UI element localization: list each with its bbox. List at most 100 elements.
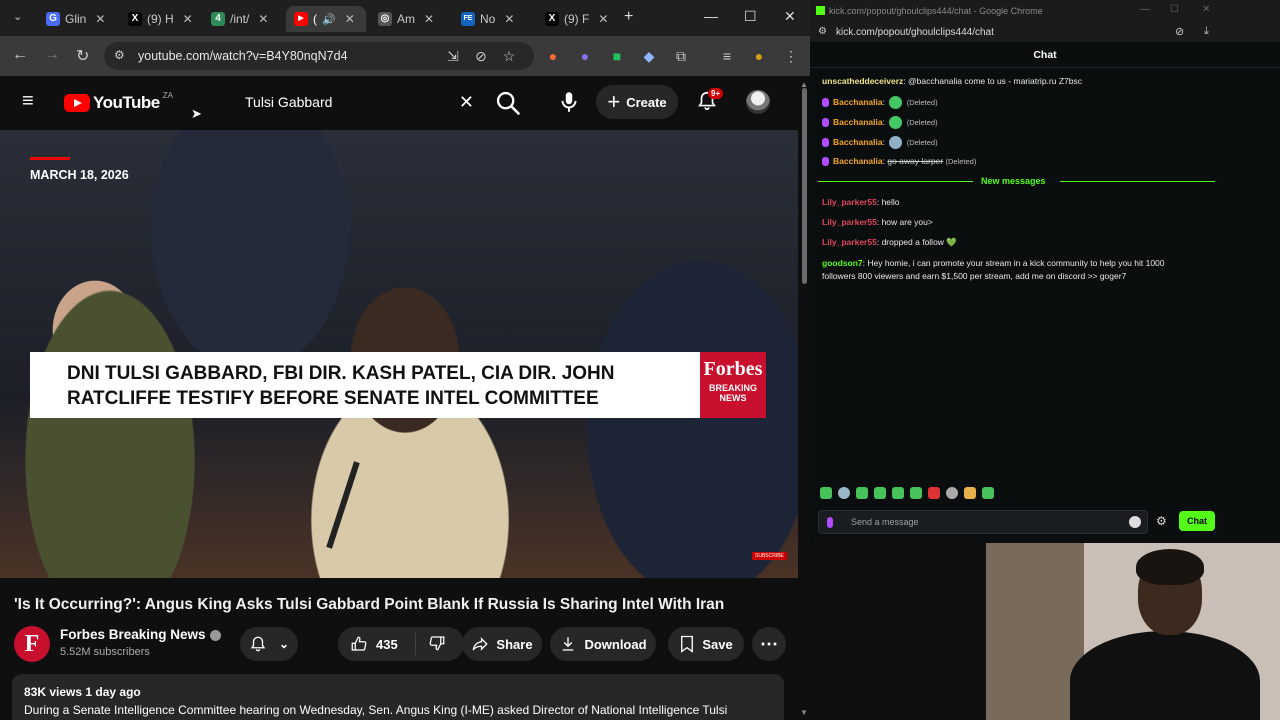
chat-settings-gear-icon[interactable]: ⚙	[1156, 514, 1167, 528]
speaker-icon[interactable]: 🔊	[322, 13, 336, 26]
notifications-button[interactable]: 9+	[696, 88, 724, 112]
close-icon[interactable]: ✕	[504, 12, 514, 26]
chat-message-input[interactable]: Send a message	[818, 510, 1148, 534]
extension-shield-icon[interactable]: ◆	[641, 48, 657, 64]
dislike-button[interactable]	[416, 634, 446, 655]
emote-icon[interactable]	[964, 487, 976, 499]
new-messages-divider[interactable]: New messages	[818, 176, 1215, 188]
forward-icon[interactable]: →	[44, 46, 60, 64]
chat-message[interactable]: Bacchanalia: (Deleted)	[822, 96, 938, 109]
eye-off-icon[interactable]: ⊘	[1175, 25, 1184, 38]
chat-message[interactable]: Lily_parker55: hello	[822, 197, 900, 207]
extension-fox-icon[interactable]: ●	[545, 48, 561, 64]
emote-icon[interactable]	[910, 487, 922, 499]
search-input[interactable]: Tulsi Gabbard ✕	[232, 88, 488, 116]
save-button[interactable]: Save	[668, 627, 744, 661]
chat-username[interactable]: Lily_parker55	[822, 217, 877, 227]
tab-5[interactable]: FE No ✕	[453, 6, 533, 32]
subscribed-notifications-button[interactable]: ⌄	[240, 627, 298, 661]
chat-message[interactable]: Lily_parker55: dropped a follow 💚	[822, 237, 957, 248]
emote-icon[interactable]	[892, 487, 904, 499]
chat-username[interactable]: unscatheddeceiverz	[822, 76, 903, 86]
install-app-icon[interactable]: ⇲	[445, 48, 461, 64]
close-icon[interactable]: ✕	[258, 12, 268, 26]
page-scrollbar[interactable]: ▲ ▼	[800, 76, 810, 720]
emote-icon[interactable]	[874, 487, 886, 499]
download-icon[interactable]: ⤓	[1204, 25, 1209, 38]
close-icon[interactable]: ✕	[345, 12, 355, 26]
chat-message[interactable]: Bacchanalia: (Deleted)	[822, 136, 938, 149]
mic-icon[interactable]	[827, 517, 833, 528]
new-tab-button[interactable]: +	[624, 8, 633, 26]
extension-ghost-icon[interactable]: ●	[577, 48, 593, 64]
scroll-down-icon[interactable]: ▼	[800, 708, 808, 717]
tab-2[interactable]: 4 /int/ ✕	[203, 6, 283, 32]
tab-1[interactable]: X (9) H ✕	[120, 6, 200, 32]
voice-search-mic-icon[interactable]	[556, 89, 582, 115]
emote-icon[interactable]	[820, 487, 832, 499]
search-icon[interactable]	[494, 89, 522, 117]
more-actions-button[interactable]: ⋯	[752, 627, 786, 661]
site-info-icon[interactable]: ⚙	[818, 26, 827, 37]
popout-url-text[interactable]: kick.com/popout/ghoulclips444/chat	[836, 27, 994, 38]
minimize-icon[interactable]: —	[1140, 4, 1150, 15]
chat-message[interactable]: Lily_parker55: how are you>	[822, 217, 933, 227]
close-icon[interactable]: ✕	[424, 12, 434, 26]
chat-message[interactable]: goodson7: Hey homie, i can promote your …	[822, 257, 1165, 283]
emote-icon[interactable]	[946, 487, 958, 499]
tab-search-icon[interactable]: ⌄	[13, 10, 22, 23]
tab-3-active[interactable]: ▶ ( 🔊 ✕	[286, 6, 366, 32]
account-avatar[interactable]	[746, 90, 770, 114]
address-bar[interactable]: ⚙ youtube.com/watch?v=B4Y80nqN7d4	[104, 42, 534, 70]
close-icon[interactable]: ✕	[95, 12, 105, 26]
tab-6[interactable]: X (9) F ✕	[537, 6, 617, 32]
bookmark-star-icon[interactable]: ☆	[501, 48, 517, 64]
chat-username[interactable]: goodson7	[822, 258, 863, 268]
like-button[interactable]: 435	[338, 633, 416, 655]
channel-avatar[interactable]: F	[14, 626, 50, 662]
scrollbar-thumb[interactable]	[802, 88, 807, 284]
site-info-icon[interactable]: ⚙	[114, 48, 125, 62]
extension-green-icon[interactable]: ■	[609, 48, 625, 64]
emote-icon[interactable]	[838, 487, 850, 499]
hamburger-menu-icon[interactable]: ≡	[22, 90, 34, 113]
profile-avatar-icon[interactable]: ●	[751, 48, 767, 64]
maximize-icon[interactable]: ☐	[744, 8, 757, 25]
chat-username[interactable]: Bacchanalia	[833, 97, 883, 107]
emote-icon[interactable]	[982, 487, 994, 499]
extensions-puzzle-icon[interactable]: ⧉	[673, 48, 689, 64]
browser-menu-icon[interactable]: ⋮	[783, 48, 799, 64]
chat-send-button[interactable]: Chat	[1179, 511, 1215, 531]
channel-name[interactable]: Forbes Breaking News	[60, 627, 221, 642]
chat-username[interactable]: Bacchanalia	[833, 137, 883, 147]
tab-4[interactable]: ◎ Am ✕	[370, 6, 450, 32]
chat-message[interactable]: Bacchanalia: go away larper (Deleted)	[822, 156, 976, 167]
minimize-icon[interactable]: —	[704, 8, 718, 24]
close-window-icon[interactable]: ✕	[1202, 4, 1210, 15]
youtube-logo[interactable]: YouTube ZA	[64, 91, 173, 113]
channel-name-text[interactable]: Forbes Breaking News	[60, 627, 206, 642]
chat-username[interactable]: Bacchanalia	[833, 156, 883, 166]
chat-username[interactable]: Bacchanalia	[833, 117, 883, 127]
chat-message[interactable]: unscatheddeceiverz: @bacchanalia come to…	[822, 76, 1082, 86]
close-icon[interactable]: ✕	[598, 12, 608, 26]
create-button[interactable]: + Create	[596, 85, 678, 119]
url-text[interactable]: youtube.com/watch?v=B4Y80nqN7d4	[138, 49, 348, 63]
back-icon[interactable]: ←	[12, 46, 28, 64]
emote-icon[interactable]	[856, 487, 868, 499]
emoji-picker-icon[interactable]	[1129, 516, 1141, 528]
emote-icon[interactable]	[928, 487, 940, 499]
chat-username[interactable]: Lily_parker55	[822, 237, 877, 247]
download-button[interactable]: Download	[550, 627, 656, 661]
reload-icon[interactable]: ↻	[76, 46, 89, 66]
search-query-text[interactable]: Tulsi Gabbard	[245, 94, 332, 110]
maximize-icon[interactable]: ☐	[1170, 4, 1179, 15]
chat-message[interactable]: Bacchanalia: (Deleted)	[822, 116, 938, 129]
close-window-icon[interactable]: ✕	[784, 8, 796, 25]
close-icon[interactable]: ✕	[183, 12, 193, 26]
media-controls-icon[interactable]: ≡	[719, 48, 735, 64]
description-box[interactable]: 83K views 1 day ago During a Senate Inte…	[12, 674, 784, 720]
tab-0[interactable]: G Glin ✕	[38, 6, 118, 32]
clear-search-icon[interactable]: ✕	[459, 92, 474, 113]
share-button[interactable]: Share	[462, 627, 542, 661]
